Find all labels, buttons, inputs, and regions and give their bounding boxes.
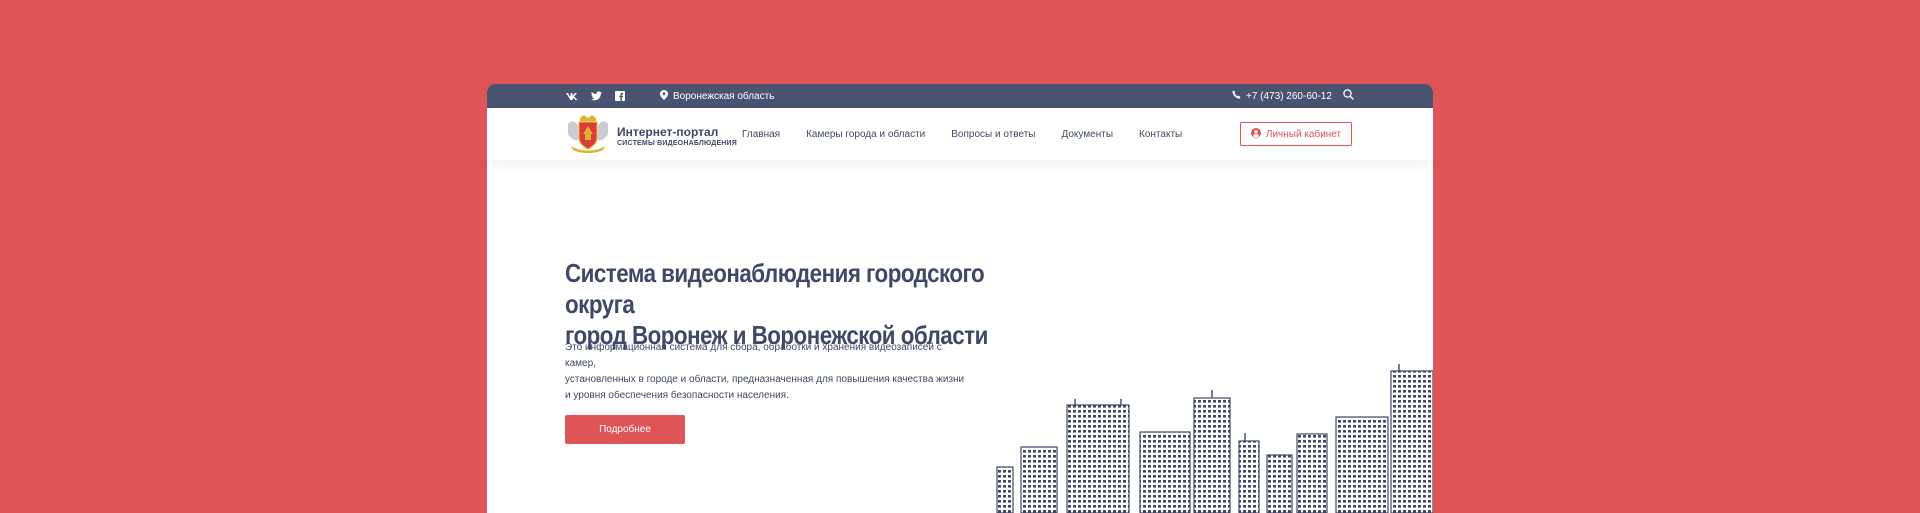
user-circle-icon [1250, 127, 1261, 141]
logo-subtitle: СИСТЕМЫ ВИДЕОНАБЛЮДЕНИЯ [617, 139, 738, 147]
search-button[interactable] [1343, 84, 1354, 108]
phone-number: +7 (473) 260-60-12 [1246, 90, 1332, 102]
vk-icon[interactable] [565, 89, 579, 103]
search-icon [1343, 89, 1354, 103]
social-links [565, 84, 627, 108]
map-pin-icon [660, 89, 668, 103]
hero-text-line-1: Это информационная система для сбора, об… [565, 342, 942, 369]
nav-item-cameras[interactable]: Камеры города и области [806, 129, 925, 140]
site-header: Интернет-портал СИСТЕМЫ ВИДЕОНАБЛЮДЕНИЯ … [487, 108, 1433, 160]
phone-link[interactable]: +7 (473) 260-60-12 [1232, 84, 1332, 108]
site-logo[interactable]: Интернет-портал СИСТЕМЫ ВИДЕОНАБЛЮДЕНИЯ [565, 114, 737, 159]
coat-of-arms-icon [565, 114, 611, 159]
main-nav: Главная Камеры города и области Вопросы … [742, 108, 1182, 160]
facebook-icon[interactable] [613, 89, 627, 103]
region-label: Воронежская область [673, 90, 775, 102]
phone-icon [1232, 90, 1241, 102]
top-bar: Воронежская область +7 (473) 260-60-12 [487, 84, 1433, 108]
nav-item-home[interactable]: Главная [742, 129, 780, 140]
twitter-icon[interactable] [589, 89, 603, 103]
logo-title: Интернет-портал [617, 124, 719, 139]
hero-text-line-2: установленных в городе и области, предна… [565, 374, 965, 385]
cabinet-label: Личный кабинет [1265, 128, 1342, 140]
nav-item-faq[interactable]: Вопросы и ответы [951, 129, 1035, 140]
region-selector[interactable]: Воронежская область [660, 84, 774, 108]
more-button[interactable]: Подробнее [565, 415, 685, 444]
city-skyline-illustration [996, 364, 1433, 513]
logo-text: Интернет-портал СИСТЕМЫ ВИДЕОНАБЛЮДЕНИЯ [617, 124, 738, 148]
hero-title-line-1: Система видеонаблюдения городского округ… [565, 258, 985, 319]
nav-item-documents[interactable]: Документы [1061, 129, 1113, 140]
nav-item-contacts[interactable]: Контакты [1139, 129, 1182, 140]
browser-window: Воронежская область +7 (473) 260-60-12 И… [487, 84, 1433, 513]
hero-description: Это информационная система для сбора, об… [565, 340, 965, 404]
hero-text-line-3: и уровня обеспечения безопасности населе… [565, 390, 789, 401]
hero-title: Система видеонаблюдения городского округ… [565, 258, 1047, 351]
personal-cabinet-button[interactable]: Личный кабинет [1240, 122, 1352, 146]
